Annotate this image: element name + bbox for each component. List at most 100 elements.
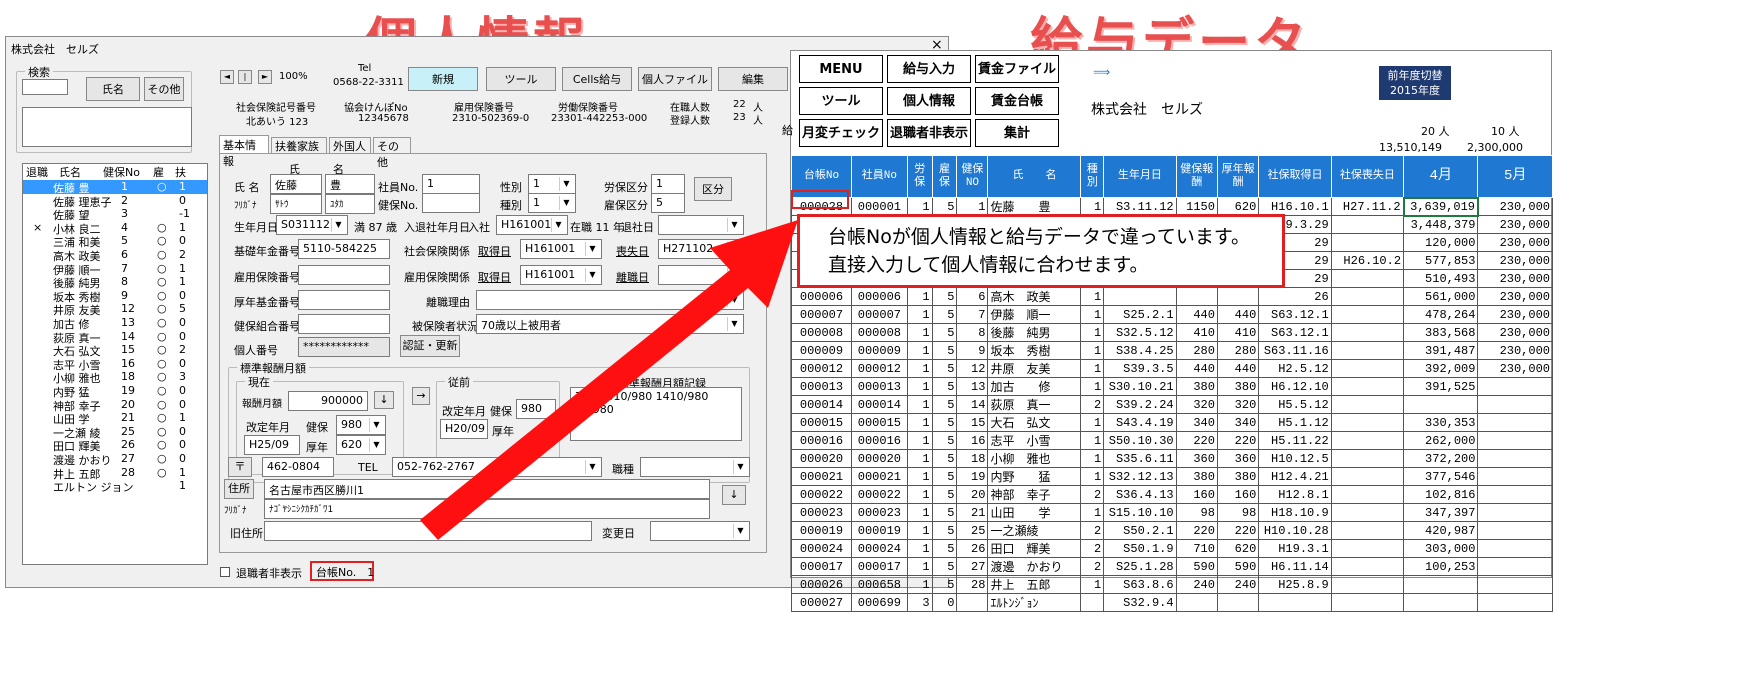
table-cell[interactable]: 000012	[791, 359, 852, 378]
table-cell[interactable]: 120,000	[1403, 233, 1479, 252]
table-cell[interactable]: 1	[906, 521, 933, 540]
table-cell[interactable]	[1477, 485, 1553, 504]
table-cell[interactable]: 1	[906, 377, 933, 396]
table-cell[interactable]: 710	[1175, 539, 1218, 558]
table-cell[interactable]: S36.4.13	[1103, 485, 1177, 504]
table-cell[interactable]: 220	[1216, 521, 1260, 540]
table-cell[interactable]: S50.2.1	[1103, 521, 1177, 540]
table-cell[interactable]: S43.4.19	[1103, 413, 1177, 432]
table-cell[interactable]: 391,487	[1403, 341, 1479, 360]
koyo-no-input[interactable]	[298, 265, 390, 285]
table-cell[interactable]: 340	[1175, 413, 1218, 432]
table-cell[interactable]: 392,009	[1403, 359, 1479, 378]
table-cell[interactable]: 神部 幸子	[987, 485, 1082, 504]
table-cell[interactable]: 410	[1175, 323, 1218, 342]
table-cell[interactable]	[1477, 593, 1553, 612]
cells-kyuyo-button[interactable]: Cells給与	[562, 67, 632, 91]
table-cell[interactable]	[1330, 431, 1405, 450]
table-cell[interactable]	[1477, 557, 1553, 576]
table-cell[interactable]	[1477, 431, 1553, 450]
table-cell[interactable]: 5	[931, 197, 958, 216]
table-cell[interactable]: 5	[931, 287, 958, 306]
kyuyo-nyuryoku-button[interactable]: 給与入力	[887, 55, 971, 83]
hoshu-input[interactable]: 900000	[288, 391, 368, 411]
table-cell[interactable]: 303,000	[1403, 539, 1479, 558]
table-cell[interactable]: 2	[1080, 485, 1105, 504]
table-cell[interactable]: 360	[1175, 449, 1218, 468]
table-cell[interactable]: 000021	[850, 467, 908, 486]
table-cell[interactable]: 98	[1216, 503, 1260, 522]
search-other-button[interactable]: その他	[144, 77, 184, 101]
table-cell[interactable]: 561,000	[1403, 287, 1479, 306]
table-cell[interactable]: 1	[956, 197, 989, 216]
table-cell[interactable]	[1330, 341, 1405, 360]
member-list-item[interactable]: 坂本 秀樹 9 ○ 0	[23, 289, 207, 304]
table-cell[interactable]: 5	[931, 413, 958, 432]
table-cell[interactable]: 5	[931, 449, 958, 468]
hide-retired-checkbox[interactable]	[220, 567, 230, 577]
table-cell[interactable]: 000021	[791, 467, 852, 486]
table-cell[interactable]: 98	[1175, 503, 1218, 522]
table-cell[interactable]	[1330, 323, 1405, 342]
kojin-input[interactable]: ************	[298, 337, 390, 357]
table-cell[interactable]: S32.5.12	[1103, 323, 1177, 342]
table-cell[interactable]: 5	[931, 377, 958, 396]
table-cell[interactable]: 000014	[791, 395, 852, 414]
table-cell[interactable]: 5	[931, 557, 958, 576]
table-cell[interactable]: 220	[1175, 431, 1218, 450]
table-cell[interactable]: 590	[1175, 557, 1218, 576]
kiso-input[interactable]: 5110-584225	[298, 239, 390, 259]
column-header[interactable]: 種別	[1080, 155, 1105, 198]
table-cell[interactable]: 320	[1216, 395, 1260, 414]
zip-input[interactable]: 462-0804	[262, 457, 334, 477]
table-cell[interactable]: 000009	[850, 341, 908, 360]
table-cell[interactable]: 380	[1175, 467, 1218, 486]
table-cell[interactable]: H16.10.1	[1258, 197, 1332, 216]
column-header[interactable]: 氏 名	[987, 155, 1082, 198]
table-cell[interactable]: S35.6.11	[1103, 449, 1177, 468]
table-cell[interactable]: 7	[956, 305, 989, 324]
table-cell[interactable]	[1330, 503, 1405, 522]
table-cell[interactable]: 大石 弘文	[987, 413, 1082, 432]
member-list-item[interactable]: 伊藤 順一 7 ○ 1	[23, 262, 207, 277]
table-cell[interactable]: 5	[931, 485, 958, 504]
table-cell[interactable]	[956, 593, 989, 612]
member-list-item[interactable]: 小柳 雅也 18 ○ 3	[23, 370, 207, 385]
table-cell[interactable]: 383,568	[1403, 323, 1479, 342]
table-cell[interactable]	[1330, 215, 1405, 234]
table-cell[interactable]: 240	[1216, 575, 1260, 594]
table-cell[interactable]	[1080, 593, 1105, 612]
member-list-item[interactable]: 山田 学 21 ○ 1	[23, 411, 207, 426]
table-cell[interactable]: 5	[931, 305, 958, 324]
table-cell[interactable]	[1477, 503, 1553, 522]
nav-prev-button[interactable]: |	[238, 70, 252, 84]
table-cell[interactable]: 6	[956, 287, 989, 306]
member-list-item[interactable]: 荻原 真一 14 ○ 0	[23, 330, 207, 345]
table-cell[interactable]: 1	[906, 323, 933, 342]
table-cell[interactable]: 5	[931, 503, 958, 522]
table-cell[interactable]	[1330, 233, 1405, 252]
table-cell[interactable]	[1330, 413, 1405, 432]
table-cell[interactable]: 160	[1216, 485, 1260, 504]
column-header[interactable]: 厚年報酬	[1216, 155, 1260, 198]
table-cell[interactable]: S3.11.12	[1103, 197, 1177, 216]
table-cell[interactable]: H10.12.5	[1258, 449, 1332, 468]
table-cell[interactable]: 230,000	[1477, 197, 1553, 216]
table-cell[interactable]: 21	[956, 503, 989, 522]
table-cell[interactable]: 1	[906, 467, 933, 486]
jusho-button[interactable]: 住所	[224, 479, 254, 499]
table-cell[interactable]: 000017	[850, 557, 908, 576]
member-list[interactable]: 退職 氏名 健保No 雇 扶 佐藤 豊 1 ○ 1 佐藤 理恵子 2 0 佐藤 望 3 -1 × 小林…	[22, 163, 208, 565]
table-cell[interactable]: H12.8.1	[1258, 485, 1332, 504]
rouho-input[interactable]: 1	[651, 174, 685, 194]
table-cell[interactable]: 1	[1080, 323, 1105, 342]
table-cell[interactable]: 620	[1216, 197, 1260, 216]
birth-select[interactable]: S031112 ▼	[276, 215, 348, 235]
table-cell[interactable]: H12.4.21	[1258, 467, 1332, 486]
zip-button[interactable]: 〒	[228, 457, 252, 477]
table-cell[interactable]: 000024	[791, 539, 852, 558]
member-list-item[interactable]: 田口 輝美 26 ○ 0	[23, 438, 207, 453]
table-cell[interactable]: 小柳 雅也	[987, 449, 1082, 468]
table-cell[interactable]: H5.1.12	[1258, 413, 1332, 432]
table-cell[interactable]	[1477, 395, 1553, 414]
